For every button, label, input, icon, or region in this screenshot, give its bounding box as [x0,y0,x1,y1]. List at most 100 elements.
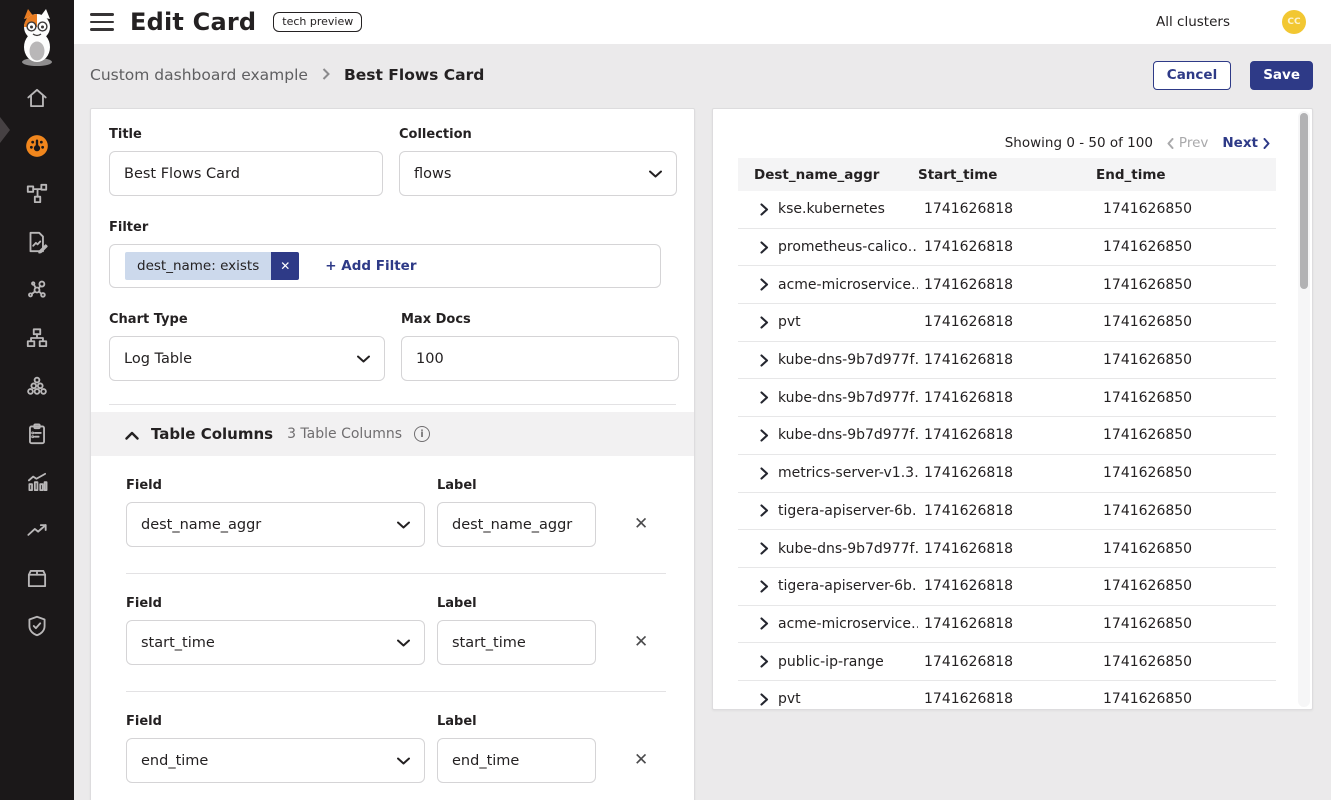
table-row[interactable]: public-ip-range 1741626818 1741626850 [738,643,1276,681]
avatar[interactable]: CC [1282,10,1306,34]
chart-type-select[interactable]: Log Table [109,336,385,381]
clusters-icon [24,373,50,403]
chart-type-value: Log Table [124,351,192,367]
table-row[interactable]: kube-dns-9b7d977f… 1741626818 1741626850 [738,342,1276,380]
expand-row-icon[interactable] [760,693,769,706]
table-row[interactable]: metrics-server-v1.3… 1741626818 17416268… [738,455,1276,493]
expand-row-icon[interactable] [760,354,769,367]
field-select[interactable]: start_time [126,620,425,665]
sidebar-item-clusters[interactable] [0,364,74,412]
menu-button[interactable] [90,13,114,31]
filter-chip-close-icon[interactable]: ✕ [271,252,299,280]
collection-label: Collection [399,127,677,142]
add-filter-link[interactable]: + Add Filter [325,258,416,274]
expand-row-icon[interactable] [760,542,769,555]
table-row[interactable]: acme-microservice… 1741626818 1741626850 [738,606,1276,644]
start-time-cell: 1741626818 [918,201,1096,217]
field-value: end_time [141,753,208,769]
remove-column-icon[interactable]: ✕ [634,634,648,651]
sidebar-item-policy-editor[interactable] [0,220,74,268]
sidebar-item-network-hierarchy[interactable] [0,316,74,364]
title-input[interactable] [109,151,383,196]
dest-name-cell: kube-dns-9b7d977f… [778,541,918,557]
next-button[interactable]: Next [1222,135,1270,151]
sidebar-item-logs-charts[interactable] [0,460,74,508]
dest-name-cell: kse.kubernetes [778,201,885,217]
expand-row-icon[interactable] [760,241,769,254]
table-row[interactable]: pvt 1741626818 1741626850 [738,681,1276,710]
chevron-down-icon [397,521,410,529]
column-header[interactable]: End_time [1096,167,1276,183]
sidebar-item-topology[interactable] [0,172,74,220]
showing-text: Showing 0 - 50 of 100 [1005,135,1153,151]
card-editor-panel: Title Collection flows Filter dest_name:… [90,108,695,800]
start-time-cell: 1741626818 [918,465,1096,481]
expand-row-icon[interactable] [760,203,769,216]
sidebar-item-dashboards[interactable] [0,124,74,172]
table-header-row: Dest_name_aggr Start_time End_time [738,158,1276,191]
cluster-selector[interactable]: All clusters [1156,14,1230,30]
expand-row-icon[interactable] [760,316,769,329]
table-row[interactable]: kube-dns-9b7d977f… 1741626818 1741626850 [738,379,1276,417]
label-input[interactable] [437,738,596,783]
expand-row-icon[interactable] [760,655,769,668]
end-time-cell: 1741626850 [1096,616,1276,632]
table-row[interactable]: pvt 1741626818 1741626850 [738,304,1276,342]
dest-name-cell: public-ip-range [778,654,884,670]
start-time-cell: 1741626818 [918,541,1096,557]
field-label: Field [126,714,437,729]
expand-row-icon[interactable] [760,429,769,442]
expand-row-icon[interactable] [760,617,769,630]
dest-name-cell: kube-dns-9b7d977f… [778,427,918,443]
expand-row-icon[interactable] [760,504,769,517]
chevron-down-icon [649,170,662,178]
table-row[interactable]: prometheus-calico… 1741626818 1741626850 [738,229,1276,267]
table-row[interactable]: kse.kubernetes 1741626818 1741626850 [738,191,1276,229]
scrollbar-thumb[interactable] [1300,113,1308,289]
expand-row-icon[interactable] [760,580,769,593]
table-row[interactable]: kube-dns-9b7d977f… 1741626818 1741626850 [738,417,1276,455]
sidebar-item-compliance[interactable] [0,412,74,460]
field-select[interactable]: dest_name_aggr [126,502,425,547]
column-header[interactable]: Start_time [918,167,1096,183]
chevron-right-icon [322,66,330,84]
filter-box[interactable]: dest_name: exists ✕ + Add Filter [109,244,661,288]
table-row[interactable]: tigera-apiserver-6b… 1741626818 17416268… [738,568,1276,606]
max-docs-input[interactable] [401,336,679,381]
trends-icon [24,517,50,547]
divider [109,404,676,405]
table-columns-section-header[interactable]: Table Columns 3 Table Columns i [91,412,694,456]
table-row[interactable]: acme-microservice… 1741626818 1741626850 [738,266,1276,304]
column-header[interactable]: Dest_name_aggr [738,167,918,183]
sidebar-item-security[interactable] [0,604,74,652]
info-icon[interactable]: i [414,426,430,442]
remove-column-icon[interactable]: ✕ [634,752,648,769]
sidebar-item-packages[interactable] [0,556,74,604]
prev-button[interactable]: Prev [1167,135,1208,151]
label-input[interactable] [437,502,596,547]
max-docs-label: Max Docs [401,312,679,327]
table-row[interactable]: kube-dns-9b7d977f… 1741626818 1741626850 [738,530,1276,568]
sidebar-item-home[interactable] [0,76,74,124]
sidebar-item-trends[interactable] [0,508,74,556]
collection-select[interactable]: flows [399,151,677,196]
scrollbar-track[interactable] [1298,111,1310,707]
sidebar-item-service-graph[interactable] [0,268,74,316]
remove-column-icon[interactable]: ✕ [634,516,648,533]
expand-row-icon[interactable] [760,391,769,404]
expand-row-icon[interactable] [760,278,769,291]
logs-chart-icon [24,469,50,499]
expand-row-icon[interactable] [760,467,769,480]
field-label: Field [126,596,437,611]
calico-logo[interactable] [11,6,63,68]
pagination: Showing 0 - 50 of 100 Prev Next [1005,135,1270,151]
cancel-button[interactable]: Cancel [1153,61,1231,90]
table-row[interactable]: tigera-apiserver-6b… 1741626818 17416268… [738,493,1276,531]
field-select[interactable]: end_time [126,738,425,783]
start-time-cell: 1741626818 [918,691,1096,707]
divider [126,573,666,574]
breadcrumb-parent[interactable]: Custom dashboard example [90,66,308,84]
save-button[interactable]: Save [1250,61,1313,90]
label-input[interactable] [437,620,596,665]
start-time-cell: 1741626818 [918,503,1096,519]
